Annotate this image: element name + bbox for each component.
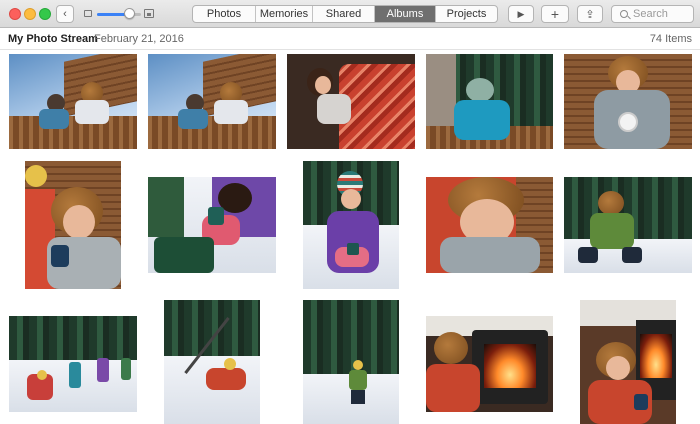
album-title: My Photo Stream — [8, 33, 98, 45]
add-icon: + — [550, 6, 560, 22]
tab-memories[interactable]: Memories — [256, 6, 313, 22]
photo-thumbnail[interactable] — [148, 54, 276, 149]
photo-thumbnail[interactable] — [426, 316, 553, 412]
search-placeholder: Search — [633, 8, 668, 20]
play-icon: ▶ — [517, 8, 525, 19]
slideshow-button[interactable]: ▶ — [508, 5, 534, 23]
album-header: My Photo Stream February 21, 2016 74 Ite… — [0, 29, 700, 50]
tab-photos[interactable]: Photos — [193, 6, 256, 22]
photo-thumbnail[interactable] — [287, 54, 415, 149]
back-button[interactable]: ‹ — [56, 5, 74, 23]
back-arrow-icon: ‹ — [63, 8, 67, 20]
photo-thumbnail[interactable] — [580, 300, 676, 424]
photo-thumbnail[interactable] — [25, 161, 121, 289]
minimize-window-button[interactable] — [24, 8, 36, 20]
zoom-window-button[interactable] — [39, 8, 51, 20]
photo-thumbnail[interactable] — [9, 316, 137, 412]
album-date: February 21, 2016 — [94, 33, 184, 45]
photo-thumbnail[interactable] — [303, 300, 399, 424]
zoom-in-icon — [144, 9, 154, 18]
search-icon — [620, 10, 628, 18]
zoom-out-icon — [84, 10, 92, 17]
photo-thumbnail[interactable] — [564, 177, 692, 273]
photo-thumbnail[interactable] — [9, 54, 137, 149]
tab-shared[interactable]: Shared — [313, 6, 375, 22]
close-window-button[interactable] — [9, 8, 21, 20]
search-field[interactable]: Search — [611, 5, 694, 23]
add-button[interactable]: + — [541, 5, 569, 23]
item-count: 74 Items — [649, 33, 692, 45]
view-tabs: Photos Memories Shared Albums Projects — [192, 5, 498, 23]
tab-projects[interactable]: Projects — [436, 6, 497, 22]
photo-thumbnail[interactable] — [148, 177, 276, 273]
photo-thumbnail[interactable] — [564, 54, 692, 149]
share-icon: ⇪ — [585, 8, 595, 21]
zoom-slider-knob[interactable] — [124, 8, 135, 19]
tab-albums[interactable]: Albums — [375, 6, 436, 22]
photo-thumbnail[interactable] — [303, 161, 399, 289]
toolbar: ‹ Photos Memories Shared Albums Projects… — [0, 0, 700, 28]
photo-thumbnail[interactable] — [426, 177, 553, 273]
share-button[interactable]: ⇪ — [577, 5, 603, 23]
photo-thumbnail[interactable] — [426, 54, 553, 149]
photo-thumbnail[interactable] — [164, 300, 260, 424]
